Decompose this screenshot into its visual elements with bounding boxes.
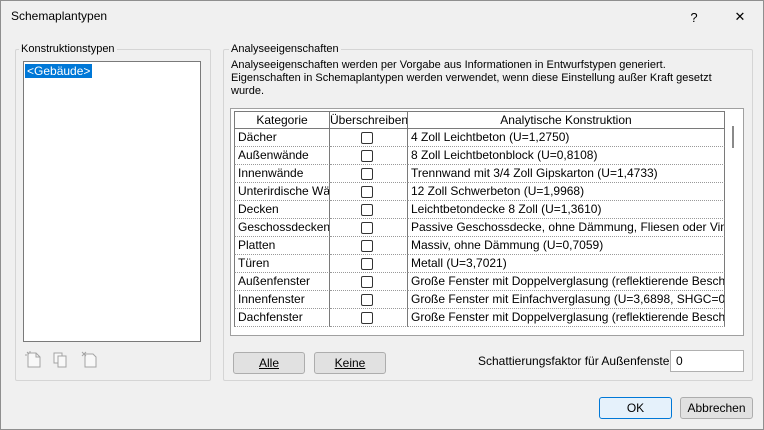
cell-construction[interactable]: 8 Zoll Leichtbetonblock (U=0,8108) xyxy=(408,147,725,165)
override-checkbox[interactable] xyxy=(361,204,373,216)
cell-construction[interactable]: 4 Zoll Leichtbeton (U=1,2750) xyxy=(408,129,725,147)
none-button[interactable]: Keine xyxy=(314,352,386,374)
construction-types-list[interactable]: <Gebäude> xyxy=(23,61,201,342)
cancel-button[interactable]: Abbrechen xyxy=(680,397,753,419)
none-button-label: Keine xyxy=(334,356,366,370)
cell-category[interactable]: Innenwände xyxy=(234,165,330,183)
cell-override xyxy=(330,183,408,201)
scrollbar-thumb[interactable] xyxy=(732,126,734,148)
dialog-title: Schemaplantypen xyxy=(11,9,108,23)
override-checkbox[interactable] xyxy=(361,132,373,144)
table-row[interactable]: Innenwände Trennwand mit 3/4 Zoll Gipskar… xyxy=(234,165,725,183)
cell-construction[interactable]: Trennwand mit 3/4 Zoll Gipskarton (U=1,4… xyxy=(408,165,725,183)
cell-override xyxy=(330,291,408,309)
cell-category[interactable]: Dachfenster xyxy=(234,309,330,327)
table-row[interactable]: Innenfenster Große Fenster mit Einfachver… xyxy=(234,291,725,309)
table-row[interactable]: Türen Metall (U=3,7021) xyxy=(234,255,725,273)
cell-category[interactable]: Außenfenster xyxy=(234,273,330,291)
shading-factor-input[interactable]: 0 xyxy=(670,350,744,372)
override-checkbox[interactable] xyxy=(361,186,373,198)
cell-category[interactable]: Außenwände xyxy=(234,147,330,165)
table-header-row: Kategorie Überschreiben Analytische Kons… xyxy=(234,111,725,129)
cell-override xyxy=(330,147,408,165)
override-checkbox[interactable] xyxy=(361,294,373,306)
cell-construction[interactable]: Große Fenster mit Doppelverglasung (refl… xyxy=(408,273,725,291)
all-button[interactable]: Alle xyxy=(233,352,305,374)
header-analytische-konstruktion[interactable]: Analytische Konstruktion xyxy=(408,111,725,129)
cancel-button-label: Abbrechen xyxy=(687,401,746,415)
header-ueberschreiben[interactable]: Überschreiben xyxy=(330,111,408,129)
override-checkbox[interactable] xyxy=(361,258,373,270)
table-row[interactable]: Außenwände 8 Zoll Leichtbetonblock (U=0,8… xyxy=(234,147,725,165)
table-row[interactable]: Unterirdische Wä 12 Zoll Schwerbeton (U=1… xyxy=(234,183,725,201)
table-row[interactable]: Außenfenster Große Fenster mit Doppelverg… xyxy=(234,273,725,291)
grid-vertical-scrollbar[interactable] xyxy=(727,111,741,333)
title-bar: Schemaplantypen ? ✕ xyxy=(1,1,763,33)
schemaplantypen-dialog: Schemaplantypen ? ✕ Konstruktionstypen <… xyxy=(0,0,764,430)
override-checkbox[interactable] xyxy=(361,240,373,252)
new-type-icon[interactable] xyxy=(25,351,43,369)
cell-category[interactable]: Dächer xyxy=(234,129,330,147)
table-row[interactable]: Dachfenster Große Fenster mit Doppelvergl… xyxy=(234,309,725,327)
ok-button[interactable]: OK xyxy=(599,397,672,419)
cell-category[interactable]: Türen xyxy=(234,255,330,273)
cell-category[interactable]: Unterirdische Wä xyxy=(234,183,330,201)
cell-construction[interactable]: 12 Zoll Schwerbeton (U=1,9968) xyxy=(408,183,725,201)
cell-override xyxy=(330,273,408,291)
cell-override xyxy=(330,255,408,273)
cell-construction[interactable]: Metall (U=3,7021) xyxy=(408,255,725,273)
cell-construction[interactable]: Große Fenster mit Doppelverglasung (refl… xyxy=(408,309,725,327)
shading-factor-label: Schattierungsfaktor für Außenfenster: xyxy=(478,354,677,368)
cell-override xyxy=(330,237,408,255)
construction-types-label: Konstruktionstypen xyxy=(19,43,117,55)
override-checkbox[interactable] xyxy=(361,276,373,288)
cell-override xyxy=(330,219,408,237)
cell-category[interactable]: Innenfenster xyxy=(234,291,330,309)
table-row[interactable]: Decken Leichtbetondecke 8 Zoll (U=1,3610) xyxy=(234,201,725,219)
cell-category[interactable]: Geschossdecken xyxy=(234,219,330,237)
cell-override xyxy=(330,309,408,327)
override-checkbox[interactable] xyxy=(361,312,373,324)
table-row[interactable]: Geschossdecken Passive Geschossdecke, ohn… xyxy=(234,219,725,237)
cell-category[interactable]: Platten xyxy=(234,237,330,255)
analysis-properties-label: Analyseeigenschaften xyxy=(229,43,341,55)
ok-button-label: OK xyxy=(626,401,645,415)
all-button-label: Alle xyxy=(258,356,279,370)
analysis-description: Analyseeigenschaften werden per Vorgabe … xyxy=(231,59,712,97)
cell-construction[interactable]: Passive Geschossdecke, ohne Dämmung, Fli… xyxy=(408,219,725,237)
duplicate-type-icon[interactable] xyxy=(52,351,70,369)
cell-override xyxy=(330,165,408,183)
override-checkbox[interactable] xyxy=(361,168,373,180)
cell-construction[interactable]: Große Fenster mit Einfachverglasung (U=3… xyxy=(408,291,725,309)
cell-construction[interactable]: Massiv, ohne Dämmung (U=0,7059) xyxy=(408,237,725,255)
cell-construction[interactable]: Leichtbetondecke 8 Zoll (U=1,3610) xyxy=(408,201,725,219)
cell-override xyxy=(330,129,408,147)
header-kategorie[interactable]: Kategorie xyxy=(234,111,330,129)
table-row[interactable]: Platten Massiv, ohne Dämmung (U=0,7059) xyxy=(234,237,725,255)
list-item-gebaeude[interactable]: <Gebäude> xyxy=(25,64,93,78)
cell-category[interactable]: Decken xyxy=(234,201,330,219)
analysis-grid: Kategorie Überschreiben Analytische Kons… xyxy=(230,108,744,336)
table-row[interactable]: Dächer 4 Zoll Leichtbeton (U=1,2750) xyxy=(234,129,725,147)
close-button[interactable]: ✕ xyxy=(717,1,763,33)
cell-override xyxy=(330,201,408,219)
help-button[interactable]: ? xyxy=(671,1,717,33)
override-checkbox[interactable] xyxy=(361,222,373,234)
override-checkbox[interactable] xyxy=(361,150,373,162)
delete-type-icon[interactable] xyxy=(81,351,99,369)
